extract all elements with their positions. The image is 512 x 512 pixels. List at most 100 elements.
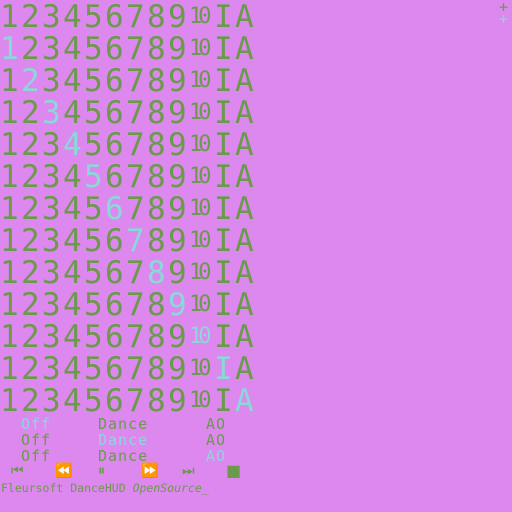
- hud-button-5[interactable]: 5: [84, 193, 103, 225]
- hud-button-i[interactable]: I: [214, 257, 233, 289]
- hud-button-a[interactable]: A: [235, 225, 254, 257]
- hud-button-i[interactable]: I: [214, 161, 233, 193]
- hud-button-5[interactable]: 5: [84, 321, 103, 353]
- hud-button-8[interactable]: 8: [147, 33, 166, 65]
- hud-button-4[interactable]: 4: [63, 161, 82, 193]
- hud-button-6[interactable]: 6: [105, 385, 124, 417]
- hud-button-3[interactable]: 3: [42, 353, 61, 385]
- hud-button-10[interactable]: 10: [189, 321, 211, 353]
- hud-button-i[interactable]: I: [214, 33, 233, 65]
- status-ao-label[interactable]: AO: [206, 416, 226, 432]
- hud-button-7[interactable]: 7: [126, 65, 145, 97]
- hud-button-4[interactable]: 4: [63, 97, 82, 129]
- hud-button-5[interactable]: 5: [84, 289, 103, 321]
- hud-button-8[interactable]: 8: [147, 193, 166, 225]
- hud-button-5[interactable]: 5: [84, 97, 103, 129]
- hud-button-5[interactable]: 5: [84, 385, 103, 417]
- hud-button-3[interactable]: 3: [42, 385, 61, 417]
- hud-button-6[interactable]: 6: [105, 289, 124, 321]
- hud-button-8[interactable]: 8: [147, 65, 166, 97]
- hud-button-1[interactable]: 1: [0, 193, 19, 225]
- hud-button-10[interactable]: 10: [189, 97, 211, 129]
- hud-button-7[interactable]: 7: [126, 353, 145, 385]
- hud-button-i[interactable]: I: [214, 65, 233, 97]
- hud-button-9[interactable]: 9: [168, 193, 187, 225]
- hud-button-8[interactable]: 8: [147, 289, 166, 321]
- hud-button-3[interactable]: 3: [42, 65, 61, 97]
- hud-button-8[interactable]: 8: [147, 129, 166, 161]
- hud-button-8[interactable]: 8: [147, 257, 166, 289]
- hud-button-2[interactable]: 2: [21, 321, 40, 353]
- hud-button-6[interactable]: 6: [105, 353, 124, 385]
- hud-button-6[interactable]: 6: [105, 225, 124, 257]
- hud-button-a[interactable]: A: [235, 321, 254, 353]
- hud-button-2[interactable]: 2: [21, 257, 40, 289]
- hud-button-8[interactable]: 8: [147, 161, 166, 193]
- hud-button-6[interactable]: 6: [105, 97, 124, 129]
- expand-icon-secondary[interactable]: +: [499, 12, 508, 27]
- hud-button-a[interactable]: A: [235, 129, 254, 161]
- hud-button-a[interactable]: A: [235, 353, 254, 385]
- hud-button-1[interactable]: 1: [0, 97, 19, 129]
- hud-button-7[interactable]: 7: [126, 97, 145, 129]
- hud-button-9[interactable]: 9: [168, 257, 187, 289]
- hud-button-2[interactable]: 2: [21, 1, 40, 33]
- hud-button-1[interactable]: 1: [0, 289, 19, 321]
- hud-button-4[interactable]: 4: [63, 353, 82, 385]
- hud-button-9[interactable]: 9: [168, 129, 187, 161]
- hud-button-i[interactable]: I: [214, 97, 233, 129]
- hud-button-7[interactable]: 7: [126, 33, 145, 65]
- hud-button-i[interactable]: I: [214, 289, 233, 321]
- hud-button-2[interactable]: 2: [21, 289, 40, 321]
- hud-button-5[interactable]: 5: [84, 129, 103, 161]
- hud-button-10[interactable]: 10: [189, 225, 211, 257]
- hud-button-3[interactable]: 3: [42, 257, 61, 289]
- hud-button-3[interactable]: 3: [42, 33, 61, 65]
- hud-button-3[interactable]: 3: [42, 161, 61, 193]
- hud-button-4[interactable]: 4: [63, 65, 82, 97]
- hud-button-i[interactable]: I: [214, 1, 233, 33]
- hud-button-9[interactable]: 9: [168, 225, 187, 257]
- hud-button-3[interactable]: 3: [42, 1, 61, 33]
- hud-button-10[interactable]: 10: [189, 257, 211, 289]
- hud-button-6[interactable]: 6: [105, 257, 124, 289]
- hud-button-9[interactable]: 9: [168, 97, 187, 129]
- hud-button-1[interactable]: 1: [0, 321, 19, 353]
- hud-button-10[interactable]: 10: [189, 33, 211, 65]
- hud-button-3[interactable]: 3: [42, 97, 61, 129]
- hud-button-1[interactable]: 1: [0, 65, 19, 97]
- hud-button-2[interactable]: 2: [21, 225, 40, 257]
- hud-button-a[interactable]: A: [235, 257, 254, 289]
- hud-button-2[interactable]: 2: [21, 353, 40, 385]
- status-ao-label[interactable]: AO: [206, 432, 226, 448]
- hud-button-9[interactable]: 9: [168, 289, 187, 321]
- hud-button-6[interactable]: 6: [105, 193, 124, 225]
- hud-button-3[interactable]: 3: [42, 321, 61, 353]
- fast-forward-icon[interactable]: ⏩: [141, 462, 158, 480]
- hud-button-a[interactable]: A: [235, 65, 254, 97]
- hud-button-1[interactable]: 1: [0, 161, 19, 193]
- hud-button-7[interactable]: 7: [126, 129, 145, 161]
- hud-button-i[interactable]: I: [214, 321, 233, 353]
- hud-button-5[interactable]: 5: [84, 225, 103, 257]
- hud-button-6[interactable]: 6: [105, 161, 124, 193]
- hud-button-6[interactable]: 6: [105, 33, 124, 65]
- hud-button-2[interactable]: 2: [21, 385, 40, 417]
- hud-button-6[interactable]: 6: [105, 321, 124, 353]
- hud-button-i[interactable]: I: [214, 225, 233, 257]
- hud-button-8[interactable]: 8: [147, 225, 166, 257]
- hud-button-7[interactable]: 7: [126, 161, 145, 193]
- status-dance-label[interactable]: Dance: [98, 416, 148, 432]
- hud-button-2[interactable]: 2: [21, 33, 40, 65]
- hud-button-i[interactable]: I: [214, 193, 233, 225]
- hud-button-5[interactable]: 5: [84, 65, 103, 97]
- hud-button-3[interactable]: 3: [42, 193, 61, 225]
- hud-button-i[interactable]: I: [214, 385, 233, 417]
- hud-button-2[interactable]: 2: [21, 65, 40, 97]
- status-off-label[interactable]: Off: [21, 416, 51, 432]
- hud-button-7[interactable]: 7: [126, 225, 145, 257]
- hud-button-4[interactable]: 4: [63, 33, 82, 65]
- hud-button-4[interactable]: 4: [63, 289, 82, 321]
- hud-button-a[interactable]: A: [235, 193, 254, 225]
- pause-icon[interactable]: ⏸: [98, 462, 105, 480]
